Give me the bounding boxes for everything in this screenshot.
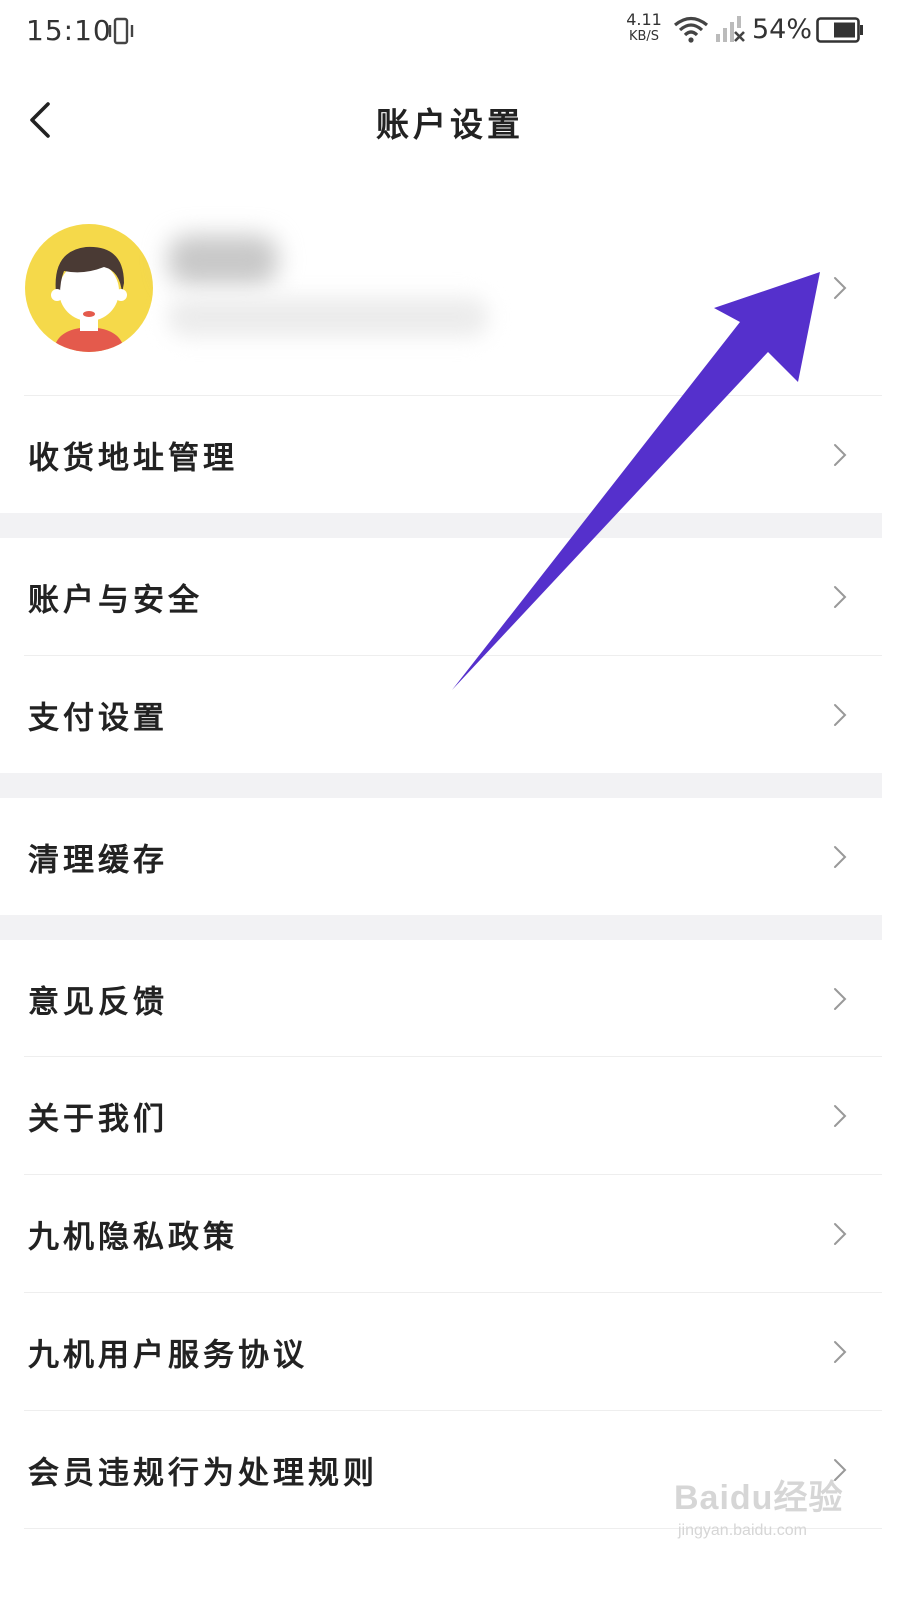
section-gap: [0, 773, 882, 798]
chevron-right-icon: [834, 1104, 847, 1127]
section-gap: [0, 915, 882, 940]
status-bar: 15:10 4.11 KB/S 54%: [0, 0, 900, 64]
menu-item-label: 九机隐私政策: [28, 1219, 238, 1255]
menu-item-account-security[interactable]: 账户与安全: [0, 538, 882, 655]
battery-icon: [816, 17, 863, 43]
menu-item-label: 会员违规行为处理规则: [28, 1455, 378, 1491]
header: 账户设置: [0, 70, 900, 170]
watermark-logo: Baidu经验: [674, 1479, 844, 1517]
menu-item-label: 意见反馈: [28, 984, 168, 1020]
wifi-icon: [673, 16, 709, 43]
status-time: 15:10: [26, 14, 112, 47]
chevron-right-icon: [834, 1340, 847, 1363]
chevron-right-icon: [834, 585, 847, 608]
chevron-right-icon: [834, 443, 847, 466]
menu-item-address[interactable]: 收货地址管理: [0, 396, 882, 513]
menu-item-label: 清理缓存: [28, 842, 168, 878]
chevron-right-icon: [834, 703, 847, 726]
profile-card[interactable]: [0, 205, 882, 395]
network-speed: 4.11 KB/S: [622, 10, 666, 44]
page-title: 账户设置: [376, 105, 524, 144]
avatar[interactable]: [24, 223, 154, 353]
menu-item-service-agreement[interactable]: 九机用户服务协议: [0, 1293, 882, 1410]
menu-item-label: 账户与安全: [28, 582, 203, 618]
menu-item-label: 支付设置: [28, 700, 168, 736]
menu-item-feedback[interactable]: 意见反馈: [0, 940, 882, 1057]
menu-item-label: 收货地址管理: [28, 440, 238, 476]
watermark-url: jingyan.baidu.com: [678, 1522, 807, 1539]
chevron-right-icon: [834, 1222, 847, 1245]
menu-item-payment[interactable]: 支付设置: [0, 656, 882, 773]
chevron-right-icon: [834, 845, 847, 868]
menu-item-privacy-policy[interactable]: 九机隐私政策: [0, 1175, 882, 1292]
network-speed-unit: KB/S: [628, 29, 660, 44]
signal-icon: [716, 16, 745, 42]
profile-info-redacted: [168, 297, 488, 337]
network-speed-value: 4.11: [626, 10, 662, 29]
chevron-right-icon: [834, 987, 847, 1010]
watermark: Baidu经验 jingyan.baidu.com: [674, 1470, 844, 1560]
profile-name-redacted: [168, 235, 278, 285]
menu-item-label: 九机用户服务协议: [28, 1337, 308, 1373]
vibrate-icon: [108, 17, 134, 45]
menu-item-label: 关于我们: [28, 1101, 168, 1137]
menu-item-clear-cache[interactable]: 清理缓存: [0, 798, 882, 915]
chevron-right-icon: [834, 277, 847, 299]
menu-item-about[interactable]: 关于我们: [0, 1057, 882, 1174]
section-gap: [0, 513, 882, 538]
battery-percent: 54%: [752, 14, 813, 45]
